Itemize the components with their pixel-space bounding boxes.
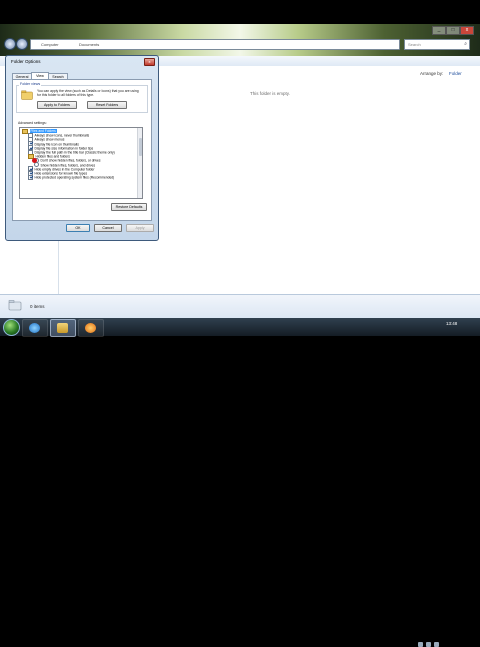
folder-views-description: You can apply the view (such as Details … <box>37 89 139 97</box>
advanced-settings-tree[interactable]: Files and Folders Always show icons, nev… <box>19 127 143 199</box>
taskbar-explorer-button[interactable] <box>50 319 76 337</box>
restore-defaults-button[interactable]: Restore Defaults <box>111 203 147 211</box>
checkbox-checked-icon[interactable] <box>28 174 33 180</box>
search-input[interactable]: Search ⌕ <box>404 39 470 50</box>
folder-views-label: Folder views <box>19 82 42 86</box>
letterbox-top <box>0 0 480 24</box>
scrollbar-thumb[interactable] <box>138 138 142 156</box>
address-bar[interactable]: Computer Documents <box>30 39 400 50</box>
maximize-button[interactable]: □ <box>446 26 460 35</box>
tray-volume-icon[interactable] <box>434 642 439 647</box>
taskbar-media-player-button[interactable] <box>78 319 104 337</box>
dialog-title: Folder Options <box>11 59 41 64</box>
minimize-button[interactable]: _ <box>432 26 446 35</box>
tray-flag-icon[interactable] <box>418 642 423 647</box>
ok-button[interactable]: OK <box>66 224 90 232</box>
internet-explorer-icon <box>29 323 40 333</box>
close-window-button[interactable]: x <box>460 26 474 35</box>
mouse-cursor-highlight <box>32 158 37 163</box>
items-count: 0 items <box>30 304 45 309</box>
arrange-by-dropdown[interactable]: Folder <box>449 71 462 76</box>
search-placeholder: Search <box>408 42 421 47</box>
apply-to-folders-button[interactable]: Apply to Folders <box>37 101 77 109</box>
details-pane: 0 items <box>0 294 480 319</box>
folder-icon <box>57 323 68 333</box>
taskbar-ie-button[interactable] <box>22 319 48 337</box>
letterbox-bottom <box>0 336 480 360</box>
taskbar-clock[interactable]: 13:48 <box>446 321 457 327</box>
cancel-button[interactable]: Cancel <box>94 224 122 232</box>
clock-time: 13:48 <box>446 321 458 326</box>
reset-folders-button[interactable]: Reset Folders <box>87 101 127 109</box>
start-button[interactable] <box>3 319 20 336</box>
tree-scrollbar[interactable] <box>137 128 142 198</box>
back-button[interactable] <box>4 38 16 50</box>
empty-folder-message: This folder is empty. <box>250 91 290 96</box>
taskbar <box>0 318 480 647</box>
advanced-settings-label: Advanced settings: <box>18 121 47 125</box>
apply-button[interactable]: Apply <box>126 224 154 232</box>
media-player-icon <box>85 323 96 333</box>
forward-button[interactable] <box>16 38 28 50</box>
tray-network-icon[interactable] <box>426 642 431 647</box>
tree-item-hide-protected-files[interactable]: Hide protected operating system files (R… <box>28 174 114 180</box>
view-tab-panel: Folder views You can apply the view (suc… <box>12 79 152 221</box>
breadcrumb-documents[interactable]: Documents <box>79 42 99 47</box>
folder-views-icon <box>21 90 33 100</box>
arrange-by-label: Arrange by: <box>420 71 444 76</box>
folder-icon <box>8 300 22 311</box>
dialog-close-button[interactable]: x <box>144 58 155 66</box>
breadcrumb-computer[interactable]: Computer <box>41 42 59 47</box>
folder-options-dialog: Folder Options x General View Search Fol… <box>5 55 159 241</box>
search-icon[interactable]: ⌕ <box>464 41 467 47</box>
